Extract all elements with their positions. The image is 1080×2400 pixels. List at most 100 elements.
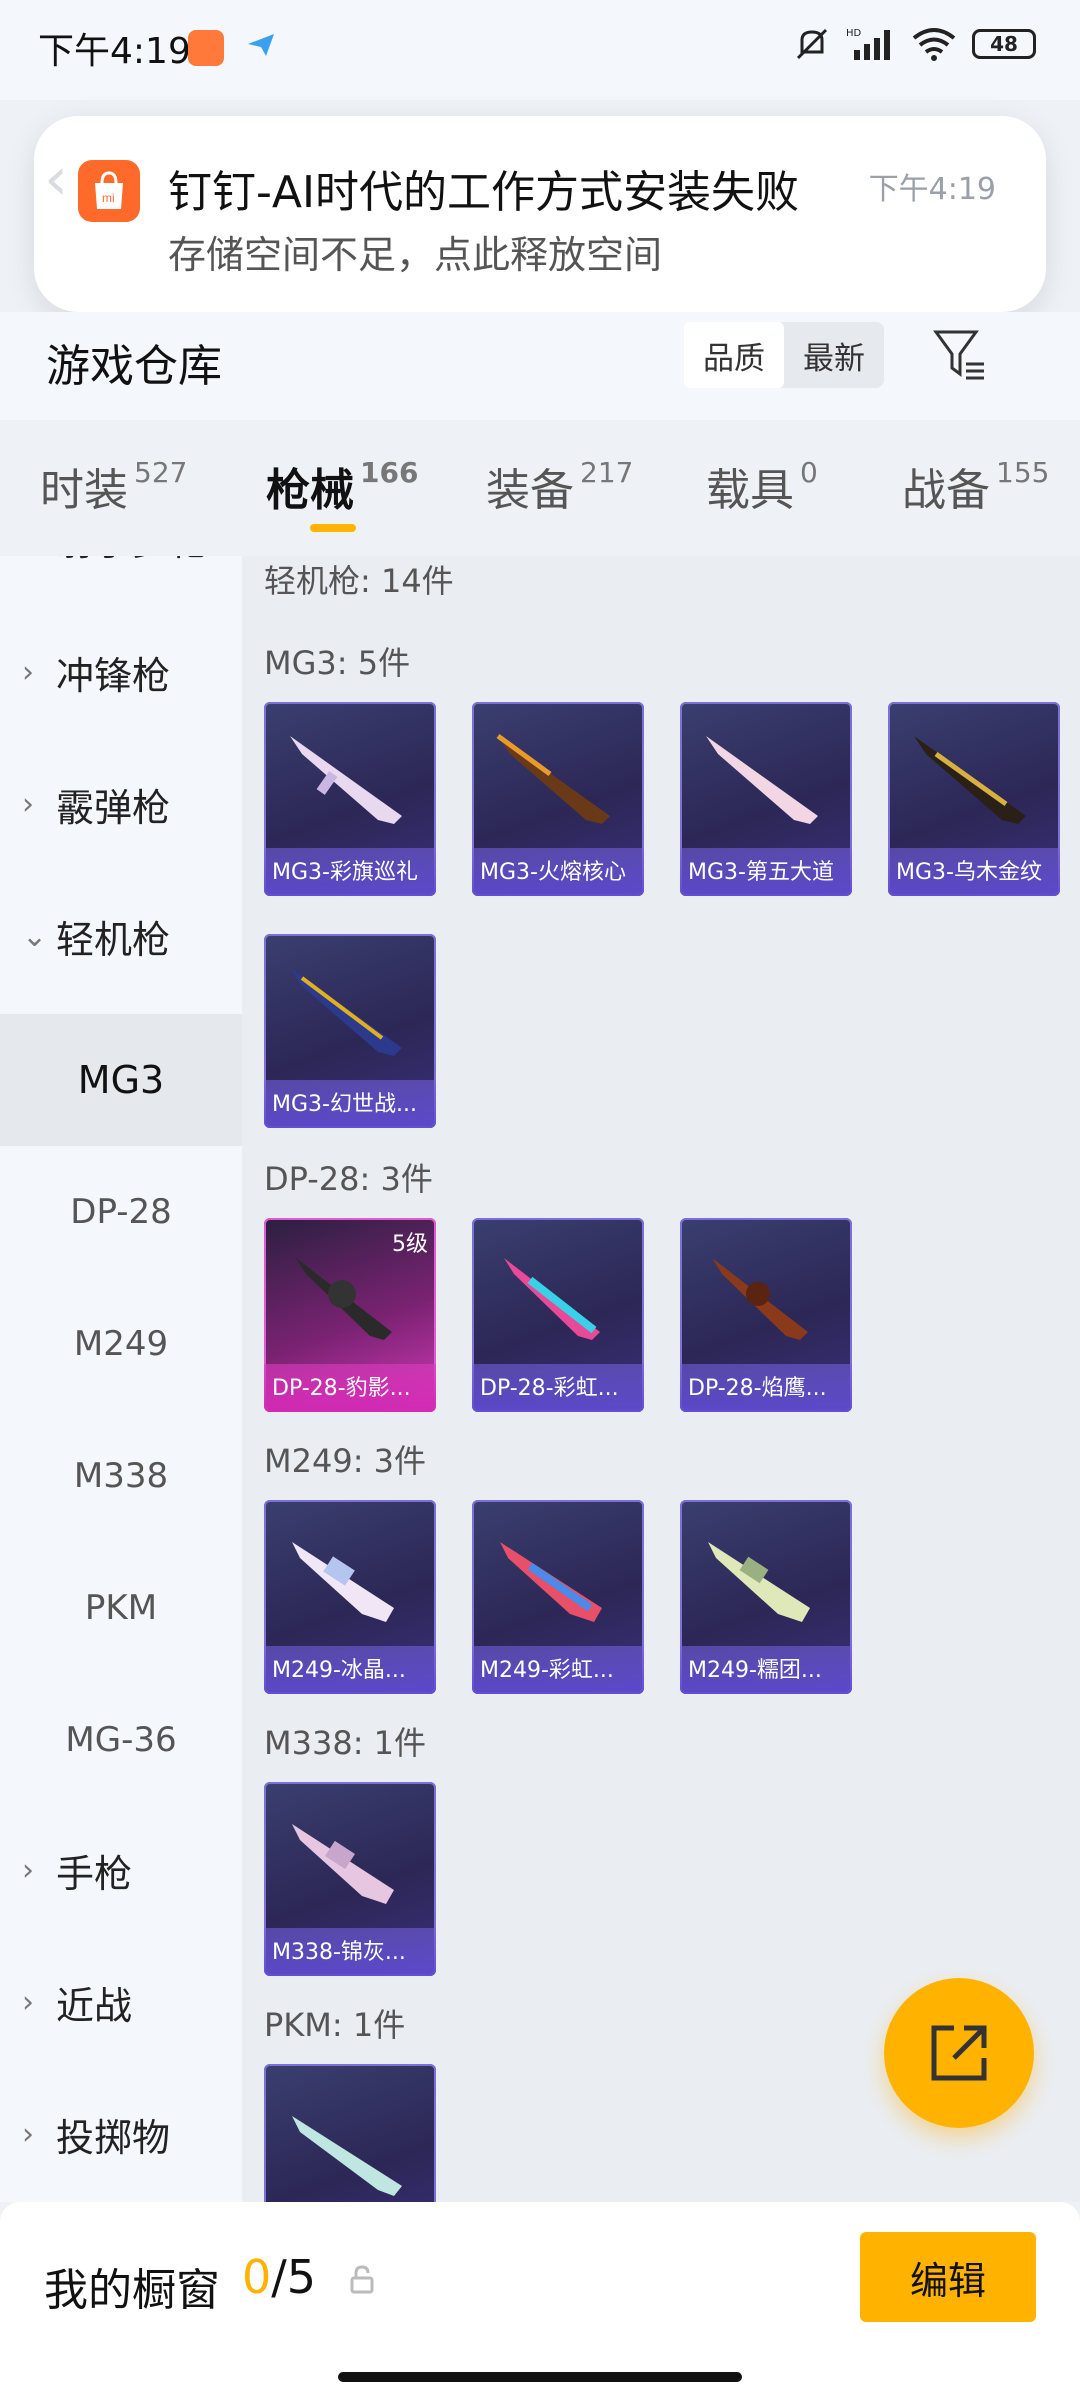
sidebar-item-shotgun[interactable]: › 霰弹枪 — [22, 738, 170, 870]
weapon-card[interactable]: MG3-乌木金纹 — [888, 702, 1060, 896]
notification-title: 钉钉-AI时代的工作方式安装失败 — [168, 167, 799, 218]
sidebar-subitem-mg36[interactable]: MG-36 — [0, 1674, 242, 1806]
section-title-m249: M249: 3件 — [264, 1442, 427, 1480]
tab-equipment[interactable]: 装备 217 — [486, 454, 633, 518]
notification-time: 下午4:19 — [868, 172, 996, 207]
showcase-count: 0/5 — [242, 2250, 317, 2304]
showcase-bar: 我的橱窗 0/5 编辑 — [0, 2202, 1080, 2400]
sidebar-subitem-pkm[interactable]: PKM — [0, 1542, 242, 1674]
weapon-name: MG3-彩旗巡礼 — [272, 860, 418, 885]
weapon-skin-image — [290, 968, 402, 1056]
sidebar-item-smg[interactable]: › 冲锋枪 — [22, 606, 170, 738]
weapon-skin-image — [712, 1258, 808, 1340]
weapon-card[interactable]: DP-28-彩虹... — [472, 1218, 644, 1412]
sidebar-item-pistol[interactable]: › 手枪 — [22, 1804, 132, 1936]
weapon-card[interactable]: MG3-火熔核心 — [472, 702, 644, 896]
sidebar-item-marksman-rifle[interactable]: ›射手步枪 — [22, 556, 208, 604]
weapon-name: MG3-乌木金纹 — [896, 860, 1042, 885]
group-header: 轻机枪: 14件 — [264, 562, 454, 600]
chevron-right-icon: › — [22, 2116, 34, 2152]
weapon-name: M249-彩虹... — [480, 1658, 614, 1683]
back-chevron-icon[interactable]: ‹ — [44, 144, 68, 214]
section-title-dp28: DP-28: 3件 — [264, 1160, 433, 1198]
share-button[interactable] — [884, 1978, 1034, 2128]
chevron-right-icon: › — [22, 786, 34, 822]
mi-store-icon: mi — [78, 160, 140, 222]
status-time: 下午4:19 — [38, 31, 191, 72]
hd-signal-icon: HD — [846, 28, 890, 60]
svg-text:mi: mi — [102, 191, 115, 205]
weapon-name: M249-冰晶... — [272, 1658, 406, 1683]
weapon-name: MG3-第五大道 — [688, 860, 834, 885]
tab-vehicles[interactable]: 载具 0 — [706, 454, 818, 518]
sidebar-subitem-mg3[interactable]: MG3 — [0, 1014, 242, 1146]
sidebar-subitem-m249[interactable]: M249 — [0, 1278, 242, 1410]
home-indicator[interactable] — [338, 2372, 742, 2382]
section-title-m338: M338: 1件 — [264, 1724, 427, 1762]
chevron-right-icon: › — [22, 654, 34, 690]
weapon-card[interactable]: M338-锦灰... — [264, 1782, 436, 1976]
sidebar-subitem-m338[interactable]: M338 — [0, 1410, 242, 1542]
weapon-card[interactable]: DP-28-焰鹰... — [680, 1218, 852, 1412]
section-title-mg3: MG3: 5件 — [264, 644, 411, 682]
weapon-name: DP-28-焰鹰... — [688, 1376, 827, 1401]
battery-icon: 48 — [972, 29, 1036, 59]
wifi-icon — [912, 28, 956, 61]
sort-toggle: 品质 最新 — [684, 322, 884, 388]
weapon-card[interactable] — [264, 2064, 436, 2202]
weapon-grid: 轻机枪: 14件 MG3: 5件 MG3-彩旗巡礼 MG3-火熔核心 MG3-第… — [242, 556, 1080, 2202]
page-title: 游戏仓库 — [46, 341, 222, 392]
edit-button[interactable]: 编辑 — [860, 2232, 1036, 2322]
weapon-name: M249-糯团... — [688, 1658, 822, 1683]
mi-store-notification-icon — [188, 30, 224, 66]
weapon-name: MG3-幻世战... — [272, 1092, 417, 1117]
mute-vibrate-icon — [796, 28, 828, 60]
weapon-skin-image — [292, 2116, 402, 2196]
weapon-card[interactable]: M249-冰晶... — [264, 1500, 436, 1694]
tab-supplies[interactable]: 战备 155 — [902, 454, 1049, 518]
weapon-name: MG3-火熔核心 — [480, 860, 626, 885]
weapon-skin-image — [292, 1824, 394, 1904]
chevron-right-icon: › — [22, 1984, 34, 2020]
weapon-skin-image — [292, 1542, 394, 1622]
weapon-skin-image — [496, 733, 610, 824]
weapon-name: DP-28-豹影... — [272, 1376, 411, 1401]
share-icon — [931, 2025, 987, 2081]
status-icons: HD 48 — [792, 26, 1036, 62]
weapon-skin-image — [290, 736, 402, 824]
showcase-label: 我的橱窗 — [44, 2265, 220, 2316]
sidebar-item-throwables[interactable]: › 投掷物 — [22, 2068, 170, 2200]
chevron-right-icon: › — [22, 1852, 34, 1888]
tab-firearms[interactable]: 枪械 166 — [266, 454, 418, 518]
filter-icon[interactable] — [932, 326, 988, 386]
paper-plane-icon — [248, 34, 274, 56]
weapon-card[interactable]: M249-彩虹... — [472, 1500, 644, 1694]
weapon-name: DP-28-彩虹... — [480, 1376, 619, 1401]
level-badge: 5级 — [392, 1232, 428, 1257]
weapon-skin-image — [706, 736, 818, 824]
weapon-category-sidebar: ›射手步枪 ›冲锋枪 ›霰弹枪 ⌄轻机枪 MG3 DP-28 M249 M338… — [0, 556, 242, 2202]
warehouse-header: 游戏仓库 品质 最新 — [0, 312, 1080, 420]
weapon-skin-image — [504, 1258, 600, 1340]
tab-fashion[interactable]: 时装 527 — [40, 454, 187, 518]
sort-newest-button[interactable]: 最新 — [784, 322, 884, 388]
sidebar-subitem-dp28[interactable]: DP-28 — [0, 1146, 242, 1278]
weapon-skin-image — [914, 736, 1026, 824]
weapon-card[interactable]: MG3-第五大道 — [680, 702, 852, 896]
chevron-down-icon: ⌄ — [22, 918, 48, 954]
sort-quality-button[interactable]: 品质 — [684, 322, 784, 388]
sidebar-item-melee[interactable]: › 近战 — [22, 1936, 132, 2068]
active-tab-indicator — [310, 524, 356, 532]
category-tabs: 时装 527 枪械 166 装备 217 载具 0 战备 155 — [0, 420, 1080, 556]
weapon-card[interactable]: MG3-幻世战... — [264, 934, 436, 1128]
sidebar-item-lmg[interactable]: ⌄ 轻机枪 — [22, 870, 170, 1002]
weapon-card[interactable]: MG3-彩旗巡礼 — [264, 702, 436, 896]
weapon-skin-image — [708, 1542, 810, 1622]
weapon-skin-image — [500, 1542, 602, 1622]
weapon-card[interactable]: M249-糯团... — [680, 1500, 852, 1694]
weapon-card[interactable]: 5级 DP-28-豹影... — [264, 1218, 436, 1412]
svg-text:HD: HD — [846, 28, 862, 39]
install-failed-notification[interactable]: ‹ mi 钉钉-AI时代的工作方式安装失败 下午4:19 存储空间不足，点此释放… — [34, 116, 1046, 312]
section-title-pkm: PKM: 1件 — [264, 2006, 406, 2044]
lock-icon — [350, 2265, 374, 2294]
